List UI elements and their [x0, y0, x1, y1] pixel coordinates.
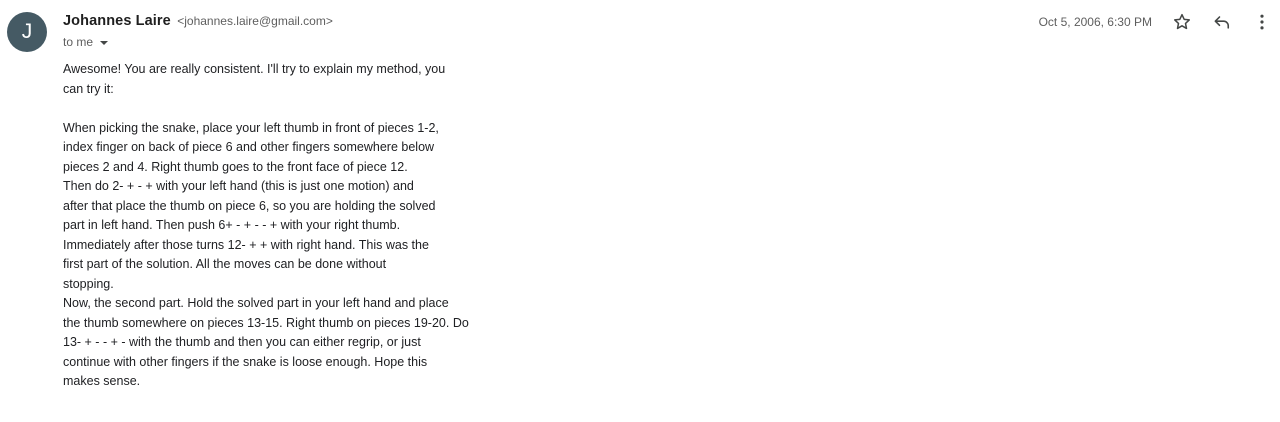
- body-line: continue with other fingers if the snake…: [63, 354, 428, 369]
- sender-email: <johannes.laire@gmail.com>: [177, 14, 333, 28]
- body-line: stopping.: [63, 276, 114, 291]
- star-icon: [1174, 13, 1190, 30]
- vertical-dots-icon: [1260, 14, 1264, 30]
- body-line: makes sense.: [63, 374, 141, 388]
- sender-header: Johannes Laire <johannes.laire@gmail.com…: [63, 12, 333, 32]
- body-line: When picking the snake, place your left …: [63, 120, 439, 135]
- body-line: can try it:: [63, 81, 114, 96]
- more-options-button[interactable]: [1250, 10, 1274, 34]
- body-line: 13- + - - + - with the thumb and then yo…: [63, 335, 421, 349]
- body-line: first part of the solution. All the move…: [63, 257, 387, 271]
- reply-button[interactable]: [1210, 10, 1234, 34]
- body-line: after that place the thumb on piece 6, s…: [63, 198, 436, 213]
- body-line: [63, 99, 503, 119]
- body-line: Awesome! You are really consistent. I'll…: [63, 62, 446, 76]
- message-body: Awesome! You are really consistent. I'll…: [63, 60, 503, 392]
- body-line: Now, the second part. Hold the solved pa…: [63, 296, 449, 310]
- recipient-details-toggle[interactable]: to me: [63, 35, 109, 49]
- sender-name[interactable]: Johannes Laire: [63, 13, 171, 29]
- sender-avatar[interactable]: J: [7, 12, 47, 52]
- reply-icon: [1214, 16, 1230, 29]
- body-line: index finger on back of piece 6 and othe…: [63, 140, 435, 154]
- body-line: Then do 2- + - + with your left hand (th…: [63, 179, 414, 193]
- recipient-label: to me: [63, 35, 94, 49]
- chevron-down-icon[interactable]: [100, 40, 109, 45]
- body-line: part in left hand. Then push 6+ - + - - …: [63, 218, 401, 232]
- message-timestamp: Oct 5, 2006, 6:30 PM: [1038, 15, 1152, 29]
- star-button[interactable]: [1170, 10, 1194, 34]
- body-line: Immediately after those turns 12- + + wi…: [63, 237, 429, 252]
- body-line: the thumb somewhere on pieces 13-15. Rig…: [63, 315, 469, 330]
- body-line: pieces 2 and 4. Right thumb goes to the …: [63, 159, 408, 174]
